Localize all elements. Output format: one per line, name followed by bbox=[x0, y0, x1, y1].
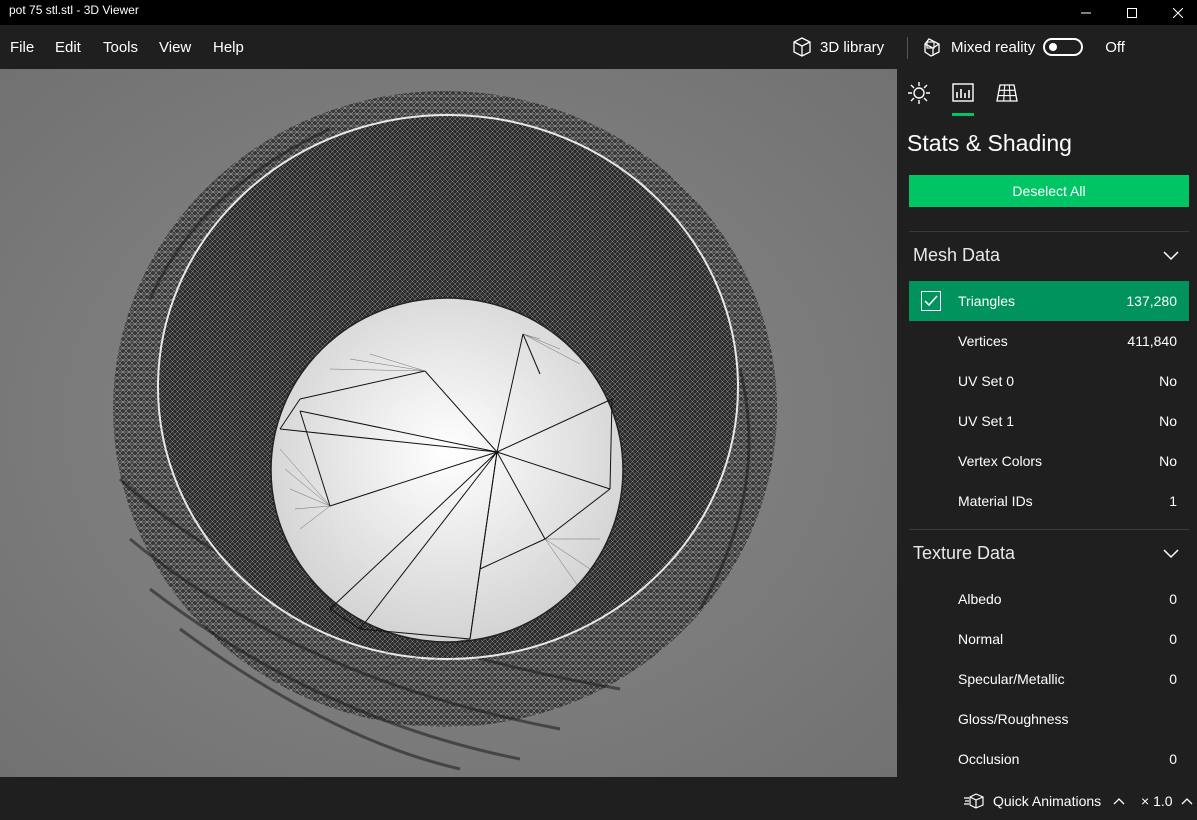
mixed-reality-icon bbox=[924, 38, 940, 57]
row-value: No bbox=[1159, 413, 1177, 429]
check-icon bbox=[924, 295, 938, 307]
stats-icon[interactable] bbox=[951, 81, 975, 105]
checkbox[interactable] bbox=[921, 291, 941, 311]
grid-icon[interactable] bbox=[995, 81, 1019, 105]
close-button[interactable] bbox=[1155, 0, 1197, 25]
row-label: Normal bbox=[958, 631, 1004, 647]
mesh-row-uv-set-1[interactable]: UV Set 1 No bbox=[909, 401, 1189, 441]
mesh-row-uv-set-0[interactable]: UV Set 0 No bbox=[909, 361, 1189, 401]
3d-library-button[interactable]: 3D library bbox=[792, 37, 884, 57]
panel-title: Stats & Shading bbox=[907, 130, 1072, 156]
window-title: pot 75 stl.stl - 3D Viewer bbox=[9, 3, 139, 17]
pot-floor bbox=[270, 297, 624, 643]
deselect-all-button[interactable]: Deselect All bbox=[909, 175, 1189, 207]
pot-model[interactable] bbox=[0, 69, 897, 777]
row-value: 0 bbox=[1169, 631, 1177, 647]
row-label: Material IDs bbox=[958, 493, 1033, 509]
texture-row-normal[interactable]: Normal 0 bbox=[909, 619, 1189, 659]
status-bar: Quick Animations × 1.0 bbox=[0, 777, 1197, 820]
row-value: 1 bbox=[1169, 493, 1177, 509]
texture-row-gloss[interactable]: Gloss/Roughness bbox=[909, 699, 1189, 739]
active-tab-indicator bbox=[952, 113, 974, 116]
mesh-data-header[interactable]: Mesh Data bbox=[913, 245, 1000, 266]
minimize-button[interactable] bbox=[1063, 0, 1109, 25]
minimize-icon bbox=[1081, 12, 1091, 13]
mesh-row-vertices[interactable]: Vertices 411,840 bbox=[909, 321, 1189, 361]
row-value: 0 bbox=[1169, 751, 1177, 767]
row-label: Triangles bbox=[958, 293, 1016, 309]
row-label: Vertex Colors bbox=[958, 453, 1043, 469]
row-value: 137,280 bbox=[1126, 293, 1177, 309]
cube-icon bbox=[793, 37, 811, 57]
mesh-row-triangles[interactable]: Triangles 137,280 bbox=[909, 281, 1189, 321]
row-value: No bbox=[1159, 453, 1177, 469]
menu-file[interactable]: File bbox=[10, 39, 34, 56]
quick-animations-label: Quick Animations bbox=[993, 793, 1102, 809]
close-icon bbox=[1173, 7, 1183, 18]
row-label: Specular/Metallic bbox=[958, 671, 1065, 687]
row-value: 0 bbox=[1169, 591, 1177, 607]
texture-row-specular[interactable]: Specular/Metallic 0 bbox=[909, 659, 1189, 699]
stats-panel: Stats & Shading Deselect All Mesh Data T… bbox=[897, 69, 1197, 777]
chevron-down-icon[interactable] bbox=[1163, 549, 1179, 559]
row-label: Vertices bbox=[958, 333, 1008, 349]
toggle-knob bbox=[1049, 43, 1058, 51]
row-label: Occlusion bbox=[958, 751, 1020, 767]
section-divider bbox=[909, 231, 1189, 232]
menu-bar: File Edit Tools View Help 3D library Mix… bbox=[0, 25, 1197, 69]
animation-icon bbox=[964, 793, 984, 809]
row-value: 411,840 bbox=[1127, 333, 1177, 349]
toolbar-separator bbox=[907, 37, 908, 59]
chevron-down-icon[interactable] bbox=[1163, 251, 1179, 261]
mixed-reality-button[interactable]: Mixed reality Off bbox=[923, 37, 1125, 57]
toggle-state-label: Off bbox=[1105, 38, 1125, 56]
menu-view[interactable]: View bbox=[159, 39, 191, 56]
row-label: UV Set 0 bbox=[958, 373, 1015, 389]
section-divider bbox=[909, 529, 1189, 530]
mixed-reality-label: Mixed reality bbox=[951, 38, 1036, 56]
speed-value: × 1.0 bbox=[1141, 793, 1173, 809]
menu-tools[interactable]: Tools bbox=[103, 39, 138, 56]
speed-control[interactable]: × 1.0 bbox=[1141, 793, 1193, 809]
quick-animations-button[interactable]: Quick Animations bbox=[963, 793, 1125, 809]
texture-data-header[interactable]: Texture Data bbox=[913, 543, 1015, 564]
menu-help[interactable]: Help bbox=[213, 39, 244, 56]
chevron-up-icon[interactable] bbox=[1113, 797, 1125, 805]
row-label: Albedo bbox=[958, 591, 1002, 607]
mixed-reality-toggle[interactable] bbox=[1043, 38, 1084, 56]
lighting-icon[interactable] bbox=[907, 81, 931, 105]
texture-row-albedo[interactable]: Albedo 0 bbox=[909, 579, 1189, 619]
title-bar: pot 75 stl.stl - 3D Viewer bbox=[0, 0, 1197, 25]
row-value: 0 bbox=[1169, 671, 1177, 687]
mesh-row-material-ids[interactable]: Material IDs 1 bbox=[909, 481, 1189, 521]
maximize-button[interactable] bbox=[1109, 0, 1155, 25]
chevron-up-icon[interactable] bbox=[1181, 797, 1193, 805]
row-label: Gloss/Roughness bbox=[958, 711, 1069, 727]
mesh-row-vertex-colors[interactable]: Vertex Colors No bbox=[909, 441, 1189, 481]
menu-edit[interactable]: Edit bbox=[55, 39, 81, 56]
row-value: No bbox=[1159, 373, 1177, 389]
3d-viewport[interactable] bbox=[0, 69, 897, 777]
maximize-icon bbox=[1127, 7, 1137, 18]
texture-row-occlusion[interactable]: Occlusion 0 bbox=[909, 739, 1189, 777]
3d-library-label: 3D library bbox=[820, 38, 885, 56]
row-label: UV Set 1 bbox=[958, 413, 1015, 429]
